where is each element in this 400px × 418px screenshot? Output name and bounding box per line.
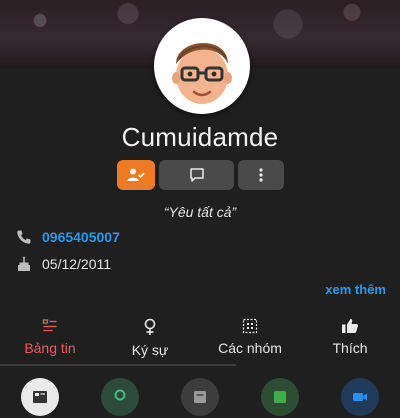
phone-row: 0965405007 <box>16 229 120 245</box>
tab-likes[interactable]: Thích <box>300 316 400 366</box>
photo-icon <box>274 391 286 403</box>
thumbs-up-icon <box>342 319 358 333</box>
tab-underline <box>0 364 236 366</box>
news-icon <box>33 391 47 403</box>
avatar-memoji-icon <box>156 20 248 112</box>
tab-groups[interactable]: Các nhóm <box>200 316 300 366</box>
photo-button[interactable] <box>261 378 299 416</box>
tab-feed[interactable]: Bảng tin <box>0 316 100 366</box>
more-options-button[interactable] <box>238 160 284 190</box>
quick-actions-row <box>0 378 400 418</box>
birthday-date: 05/12/2011 <box>42 256 112 272</box>
tab-feed-label: Bảng tin <box>24 340 76 356</box>
chat-bubble-icon <box>189 168 204 182</box>
profile-actions <box>117 160 284 190</box>
groups-icon <box>242 318 258 334</box>
tab-chronicle-label: Ký sự <box>131 342 169 358</box>
tab-groups-label: Các nhóm <box>218 340 282 356</box>
feed-icon <box>42 319 57 332</box>
cake-icon <box>18 256 30 271</box>
video-camera-icon <box>353 393 367 401</box>
phone-icon <box>17 230 31 244</box>
phone-number[interactable]: 0965405007 <box>42 229 120 245</box>
checkin-button[interactable] <box>101 378 139 416</box>
tab-likes-label: Thích <box>332 340 368 356</box>
chronicle-icon <box>144 318 156 335</box>
user-check-icon <box>127 168 145 181</box>
more-vertical-icon <box>259 168 263 182</box>
avatar[interactable] <box>154 18 250 114</box>
note-button[interactable] <box>181 378 219 416</box>
video-button[interactable] <box>341 378 379 416</box>
note-icon <box>194 391 206 403</box>
profile-tabs: Bảng tin Ký sự Các nhóm Thích <box>0 316 400 366</box>
profile-name: Cumuidamde <box>121 122 279 152</box>
follow-button[interactable] <box>117 160 155 190</box>
tab-chronicle[interactable]: Ký sự <box>100 316 200 366</box>
see-more-link[interactable]: xem thêm <box>325 282 386 297</box>
compose-post-button[interactable] <box>21 378 59 416</box>
birthday-row: 05/12/2011 <box>16 256 111 272</box>
location-icon <box>114 389 126 401</box>
message-button[interactable] <box>159 160 234 190</box>
profile-quote: “Yêu tất cả” <box>163 204 237 220</box>
